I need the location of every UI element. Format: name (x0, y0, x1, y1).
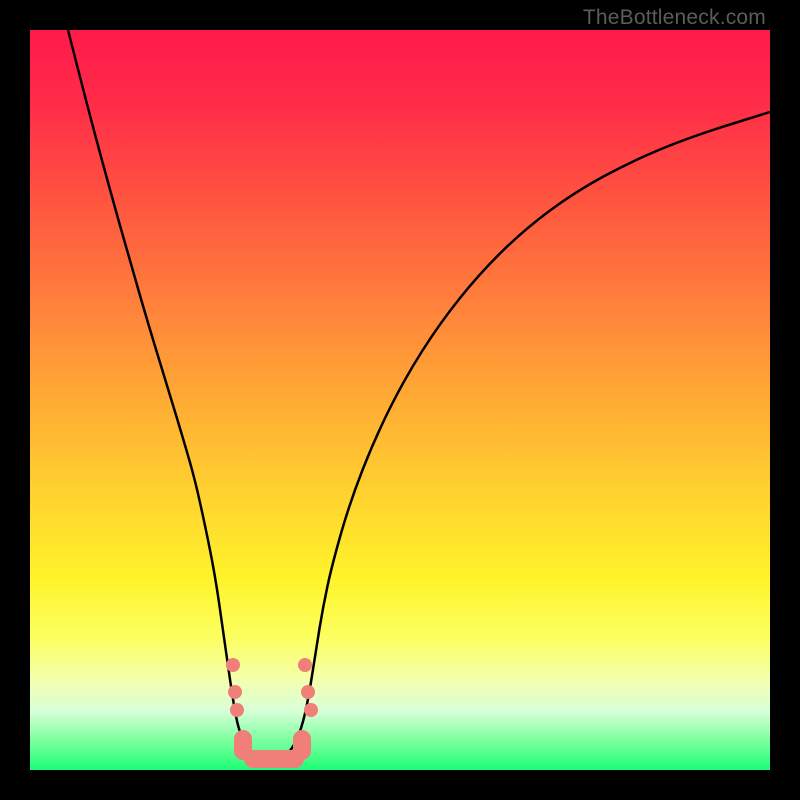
data-point-marker (298, 658, 312, 672)
bottleneck-curve (30, 30, 770, 770)
data-point-marker (304, 703, 318, 717)
minimum-marker (244, 750, 304, 768)
data-point-marker (301, 685, 315, 699)
watermark-text: TheBottleneck.com (583, 6, 766, 30)
data-point-marker (226, 658, 240, 672)
data-point-marker (228, 685, 242, 699)
plot-frame (30, 30, 770, 770)
data-point-marker (230, 703, 244, 717)
